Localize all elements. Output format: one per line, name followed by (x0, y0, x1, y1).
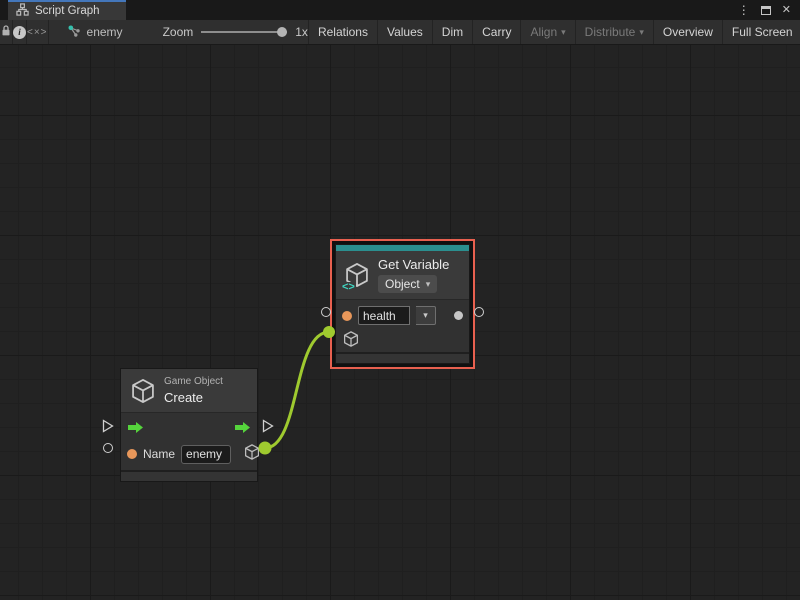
graph-node-icon (67, 24, 81, 41)
graph-toolbar: i <×> enemy Zoom 1x Relations Values Dim… (0, 20, 800, 45)
chevron-down-icon: ▾ (423, 311, 428, 320)
lock-button[interactable] (0, 20, 13, 44)
node-create-game-object[interactable]: Game Object Create Name (120, 368, 258, 482)
full-screen-button[interactable]: Full Screen (722, 20, 800, 44)
flow-output-arrow-icon[interactable] (234, 421, 251, 439)
tab-script-graph[interactable]: Script Graph (8, 0, 126, 20)
node-footer (336, 352, 469, 363)
value-output-port[interactable] (454, 311, 463, 320)
window-maximize-icon[interactable] (761, 6, 771, 15)
zoom-value: 1x (295, 25, 308, 39)
distribute-button: Distribute ▾ (575, 20, 653, 44)
chevron-down-icon: ▾ (426, 280, 431, 289)
create-name-connector[interactable] (103, 443, 113, 453)
variable-name-input[interactable] (358, 306, 410, 325)
flow-input-arrow-icon[interactable] (127, 421, 144, 439)
lock-icon (0, 24, 12, 40)
object-input-cube-icon[interactable] (342, 335, 360, 352)
node-get-variable[interactable]: <> Get Variable Object ▾ ▾ (330, 239, 475, 369)
name-input[interactable] (181, 445, 231, 464)
align-button: Align ▾ (520, 20, 574, 44)
carry-button[interactable]: Carry (472, 20, 520, 44)
variable-name-port[interactable] (342, 311, 352, 321)
node-title: Create (164, 390, 223, 405)
dim-button[interactable]: Dim (432, 20, 472, 44)
get-variable-name-connector[interactable] (321, 307, 331, 317)
game-object-output-cube-icon[interactable] (243, 443, 261, 466)
graph-canvas[interactable]: <> Get Variable Object ▾ ▾ (0, 45, 800, 600)
name-input-port[interactable] (127, 449, 137, 459)
inspector-button[interactable]: i (13, 20, 27, 44)
graph-breadcrumb[interactable]: enemy (49, 20, 137, 44)
code-icon: <×> (27, 27, 48, 38)
node-title: Get Variable (378, 257, 449, 272)
info-icon: i (13, 26, 26, 39)
zoom-slider-handle[interactable] (277, 27, 287, 37)
node-type-label: Game Object (164, 376, 223, 387)
create-flow-input-connector[interactable] (102, 419, 114, 433)
variable-scope-dropdown[interactable]: Object ▾ (378, 275, 437, 293)
edit-code-button[interactable]: <×> (27, 20, 49, 44)
variable-picker-dropdown[interactable]: ▾ (416, 306, 436, 325)
relations-button[interactable]: Relations (308, 20, 377, 44)
window-titlebar: Script Graph ⋮ ✕ (0, 0, 800, 20)
game-object-cube-icon: <> (343, 261, 371, 289)
zoom-slider-track[interactable] (201, 31, 287, 33)
overview-button[interactable]: Overview (653, 20, 722, 44)
chevron-down-icon: ▾ (561, 28, 566, 37)
zoom-slider[interactable] (201, 26, 287, 38)
connection-wire[interactable] (265, 332, 329, 448)
name-label: Name (143, 447, 175, 461)
graph-name-label: enemy (87, 25, 123, 39)
graph-hierarchy-icon (16, 3, 29, 19)
values-button[interactable]: Values (377, 20, 432, 44)
chevron-down-icon: ▾ (639, 28, 644, 37)
window-menu-icon[interactable]: ⋮ (738, 4, 750, 16)
game-object-cube-icon (129, 377, 157, 405)
window-close-icon[interactable]: ✕ (782, 5, 791, 16)
code-brackets-icon: <> (341, 282, 356, 293)
node-footer (121, 470, 257, 481)
create-flow-output-connector[interactable] (262, 419, 274, 433)
zoom-label: Zoom (163, 25, 194, 39)
tab-title: Script Graph (35, 5, 100, 17)
get-variable-output-connector[interactable] (474, 307, 484, 317)
